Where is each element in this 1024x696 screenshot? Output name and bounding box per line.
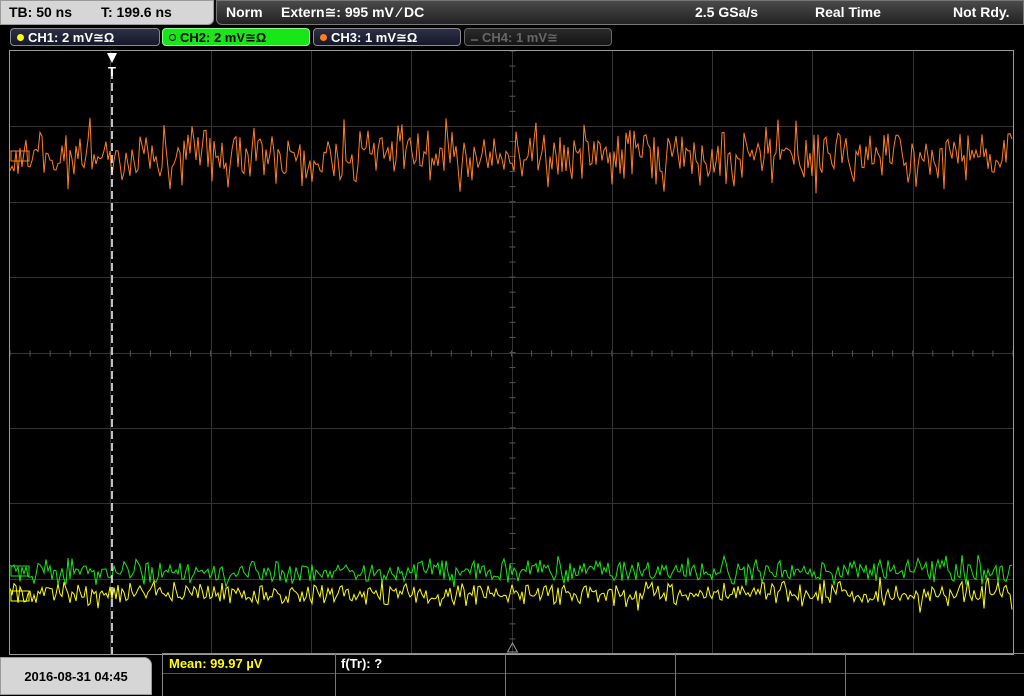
tab-ch2[interactable]: CH2: 2 mV≅Ω <box>162 28 310 46</box>
trigger-position-icon[interactable] <box>107 53 117 63</box>
acquisition-status-panel[interactable]: Norm Extern≅: 995 mV ⁄ DC 2.5 GSa/s Real… <box>216 0 1024 25</box>
datetime-panel: 2016-08-31 04:45 <box>0 657 152 695</box>
measurement-divider <box>675 654 676 696</box>
frequency-measurement[interactable]: f(Tr): ? <box>341 656 382 671</box>
ch1-indicator-icon <box>17 34 24 41</box>
ch1-label: CH1: 2 mV≅Ω <box>28 30 115 45</box>
ch1-waveform <box>10 577 1013 613</box>
tab-ch1[interactable]: CH1: 2 mV≅Ω <box>10 28 160 46</box>
trigger-time-label: T: 199.6 ns <box>101 4 172 20</box>
trigger-marker-label: T <box>108 64 116 79</box>
ch2-waveform <box>10 554 1013 589</box>
mean-measurement[interactable]: Mean: 99.97 µV <box>169 656 262 671</box>
tab-ch4[interactable]: CH4: 1 mV≅ <box>464 28 612 46</box>
ch3-label: CH3: 1 mV≅Ω <box>331 30 418 45</box>
ch4-label: CH4: 1 mV≅ <box>482 30 558 45</box>
ch3-waveform <box>10 117 1013 194</box>
datetime-label: 2016-08-31 04:45 <box>24 669 128 684</box>
run-status-label: Not Rdy. <box>953 4 1010 20</box>
ch3-indicator-icon <box>320 34 327 41</box>
measurement-divider <box>163 673 1024 674</box>
measurement-divider <box>335 654 336 696</box>
measurement-panel[interactable]: Mean: 99.97 µV f(Tr): ? <box>162 653 1024 696</box>
timebase-panel[interactable]: TB: 50 ns T: 199.6 ns <box>0 0 214 25</box>
trigger-source-label: Extern≅: 995 mV ⁄ DC <box>281 4 425 20</box>
ch2-indicator-icon <box>169 34 176 41</box>
tab-ch3[interactable]: CH3: 1 mV≅Ω <box>313 28 461 46</box>
scope-screen[interactable]: T <box>9 50 1014 655</box>
waveform-display[interactable]: T <box>10 51 1013 654</box>
top-status-bar: TB: 50 ns T: 199.6 ns Norm Extern≅: 995 … <box>0 0 1024 25</box>
timebase-label: TB: 50 ns <box>9 4 73 20</box>
level-markers <box>10 150 30 602</box>
acquisition-mode-label: Real Time <box>815 4 881 20</box>
measurement-divider <box>505 654 506 696</box>
sample-rate-label: 2.5 GSa/s <box>695 4 759 20</box>
trigger-mode-label: Norm <box>226 4 263 20</box>
ch4-indicator-icon <box>471 39 478 41</box>
measurement-divider <box>845 654 846 696</box>
ch2-label: CH2: 2 mV≅Ω <box>180 30 267 45</box>
